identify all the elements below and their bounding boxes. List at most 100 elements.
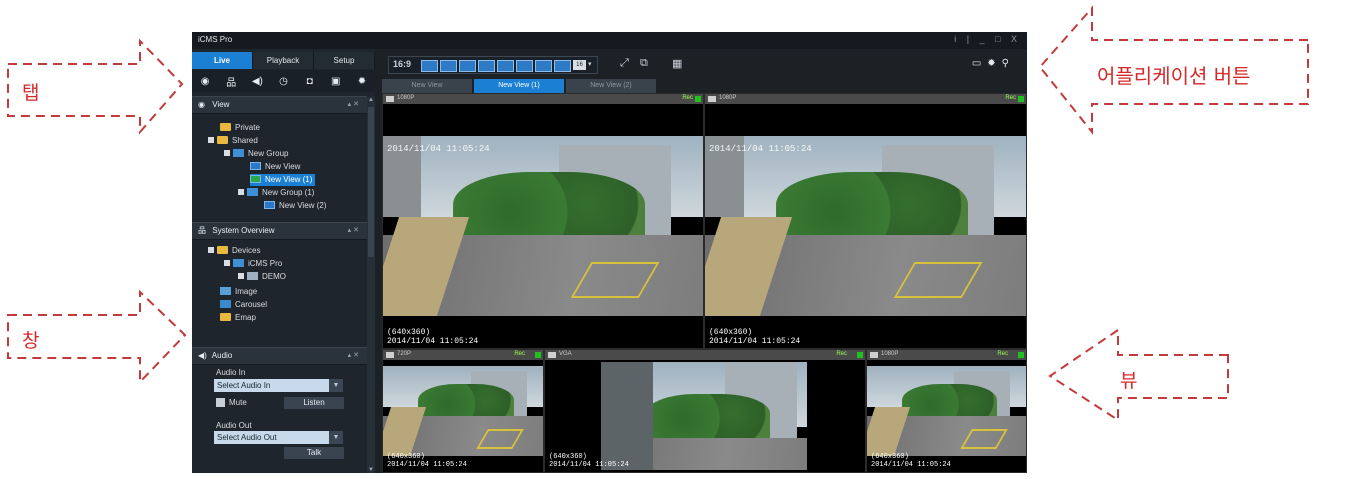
map-icon	[220, 313, 231, 321]
search-icon[interactable]: ⚲	[1002, 58, 1015, 69]
video-tile[interactable]: 1080P Rec 2014/11/04 11:05:24 (640x360) 2…	[704, 93, 1027, 349]
tree-item-private[interactable]: Private	[220, 122, 260, 134]
collapse-icon[interactable]: ▴ ✕	[348, 97, 359, 113]
mute-label: Mute	[229, 398, 247, 407]
panel-scrollbar[interactable]: ▲ ▼	[367, 97, 375, 473]
video-timestamp: 2014/11/04 11:05:24	[387, 144, 490, 154]
application-buttons: ▭✹⚲	[972, 58, 1015, 69]
layout-selector: 16:9 16 ▾	[388, 56, 598, 74]
talk-button[interactable]: Talk	[284, 447, 344, 459]
tile-header: 720P Rec	[383, 350, 543, 360]
video-grid: 1080P Rec 2014/11/04 11:05:24 (640x360) 2…	[382, 93, 1027, 473]
layout-16-icon[interactable]: 16	[573, 60, 586, 70]
keyboard-icon[interactable]: ▭	[972, 58, 987, 69]
status-indicator	[1018, 96, 1024, 102]
tree-item-demo[interactable]: DEMO	[238, 271, 286, 283]
collapse-toggle-icon[interactable]	[224, 150, 230, 156]
video-timestamp: 2014/11/04 11:05:24	[709, 144, 812, 154]
annotation-app-buttons: 어플리케이션 버튼	[1097, 64, 1251, 88]
tab-playback[interactable]: Playback	[253, 52, 314, 69]
view-section-header[interactable]: ◉ View ▴ ✕	[192, 96, 367, 114]
tile-header: 1080P Rec	[705, 94, 1026, 104]
layout-6-icon[interactable]	[497, 60, 514, 72]
tree-item-carousel[interactable]: Carousel	[220, 299, 267, 311]
audio-section: ◀) Audio ▴ ✕ Audio In Select Audio In ▼ …	[192, 347, 367, 473]
tree-item-shared[interactable]: Shared	[208, 135, 258, 147]
camera-icon	[386, 352, 394, 358]
speaker-icon: ◀)	[198, 351, 207, 360]
collapse-icon[interactable]: ▴ ✕	[348, 223, 359, 239]
expand-toggle-icon[interactable]	[238, 273, 244, 279]
aspect-ratio-toggle[interactable]: 16:9	[393, 59, 411, 69]
collapse-toggle-icon[interactable]	[208, 137, 214, 143]
collapse-toggle-icon[interactable]	[208, 247, 214, 253]
video-tile[interactable]: VGA Rec (640x360) 2014/11/04 11:05:24	[544, 349, 866, 473]
speaker-icon[interactable]: ◀)	[250, 76, 264, 87]
tree-item-new-group[interactable]: New Group	[224, 148, 288, 160]
sequence-icon[interactable]: ▦	[672, 57, 682, 70]
video-tile[interactable]: 720P Rec (640x360) 2014/11/04 11:05:24	[382, 349, 544, 473]
tile-header: 1080P Rec	[867, 350, 1026, 360]
resolution-label: (640x360)	[709, 328, 753, 337]
tree-item-image[interactable]: Image	[220, 286, 257, 298]
device-icon	[247, 272, 258, 280]
camera-feed-image	[601, 362, 807, 470]
layout-9-icon[interactable]	[535, 60, 552, 72]
gear-icon[interactable]: ✹	[355, 76, 369, 87]
panel-toolbar: ◉ 品 ◀) ◷ ◘ ▣ ✹	[192, 70, 375, 92]
network-icon[interactable]: 品	[224, 74, 238, 89]
audio-section-header[interactable]: ◀) Audio ▴ ✕	[192, 347, 367, 365]
tree-item-new-view[interactable]: New View	[250, 161, 300, 173]
layout-1-icon[interactable]	[421, 60, 438, 72]
camera-icon[interactable]: ◘	[303, 76, 317, 87]
view-tab-new-view-2[interactable]: New View (2)	[566, 79, 656, 93]
fullscreen-icon[interactable]: ⤢	[620, 57, 629, 70]
layout-3-icon[interactable]	[459, 60, 476, 72]
tree-item-new-view-2[interactable]: New View (2)	[264, 200, 326, 212]
collapse-icon[interactable]: ▴ ✕	[348, 348, 359, 364]
collapse-toggle-icon[interactable]	[238, 189, 244, 195]
tree-item-devices[interactable]: Devices	[208, 245, 260, 257]
gear-icon[interactable]: ✹	[987, 58, 1001, 69]
video-tile[interactable]: 1080P Rec (640x360) 2014/11/04 11:05:24	[866, 349, 1027, 473]
tree-item-emap[interactable]: Emap	[220, 312, 256, 324]
monitor-icon[interactable]: ▣	[329, 76, 343, 87]
chevron-down-icon[interactable]: ▼	[329, 431, 343, 444]
tree-item-new-group-1[interactable]: New Group (1)	[238, 187, 314, 199]
view-layout-icon	[250, 175, 261, 183]
rec-label: Rec	[997, 351, 1008, 357]
video-tile[interactable]: 1080P Rec 2014/11/04 11:05:24 (640x360) 2…	[382, 93, 704, 349]
camera-icon	[708, 96, 716, 102]
layout-4-icon[interactable]	[478, 60, 495, 72]
group-icon	[233, 149, 244, 157]
tab-live[interactable]: Live	[192, 52, 253, 69]
clock-icon[interactable]: ◷	[276, 76, 290, 87]
window-controls[interactable]: i | _ □ X	[954, 34, 1021, 44]
view-layout-icon	[264, 201, 275, 209]
layout-8-icon[interactable]	[516, 60, 533, 72]
datetime-label: 2014/11/04 11:05:24	[709, 337, 801, 346]
tree-item-icms-pro[interactable]: iCMS Pro	[224, 258, 282, 270]
audio-in-select[interactable]: Select Audio In	[214, 379, 329, 392]
multi-monitor-icon[interactable]: ⧉	[640, 57, 648, 70]
chevron-down-icon[interactable]: ▼	[329, 379, 343, 392]
eye-icon[interactable]: ◉	[198, 76, 212, 87]
mute-checkbox[interactable]	[216, 398, 225, 407]
view-tab-new-view-1[interactable]: New View (1)	[474, 79, 564, 93]
audio-out-select[interactable]: Select Audio Out	[214, 431, 329, 444]
view-tab-new-view[interactable]: New View	[382, 79, 472, 93]
tree-item-new-view-1[interactable]: New View (1)	[250, 174, 316, 186]
layout-12-icon[interactable]	[554, 60, 571, 72]
tab-setup[interactable]: Setup	[314, 52, 375, 69]
view-tabs: New View New View (1) New View (2)	[382, 79, 1027, 93]
main-tabs: Live Playback Setup	[192, 52, 375, 69]
system-overview-header[interactable]: 品 System Overview ▴ ✕	[192, 222, 367, 240]
listen-button[interactable]: Listen	[284, 397, 344, 409]
app-window: iCMS Pro i | _ □ X Live Playback Setup ◉…	[192, 32, 1027, 473]
chevron-down-icon[interactable]: ▾	[588, 60, 592, 68]
scroll-thumb[interactable]	[368, 107, 374, 257]
scroll-up-icon[interactable]: ▲	[368, 97, 374, 103]
scroll-down-icon[interactable]: ▼	[368, 467, 374, 473]
layout-2-icon[interactable]	[440, 60, 457, 72]
collapse-toggle-icon[interactable]	[224, 260, 230, 266]
